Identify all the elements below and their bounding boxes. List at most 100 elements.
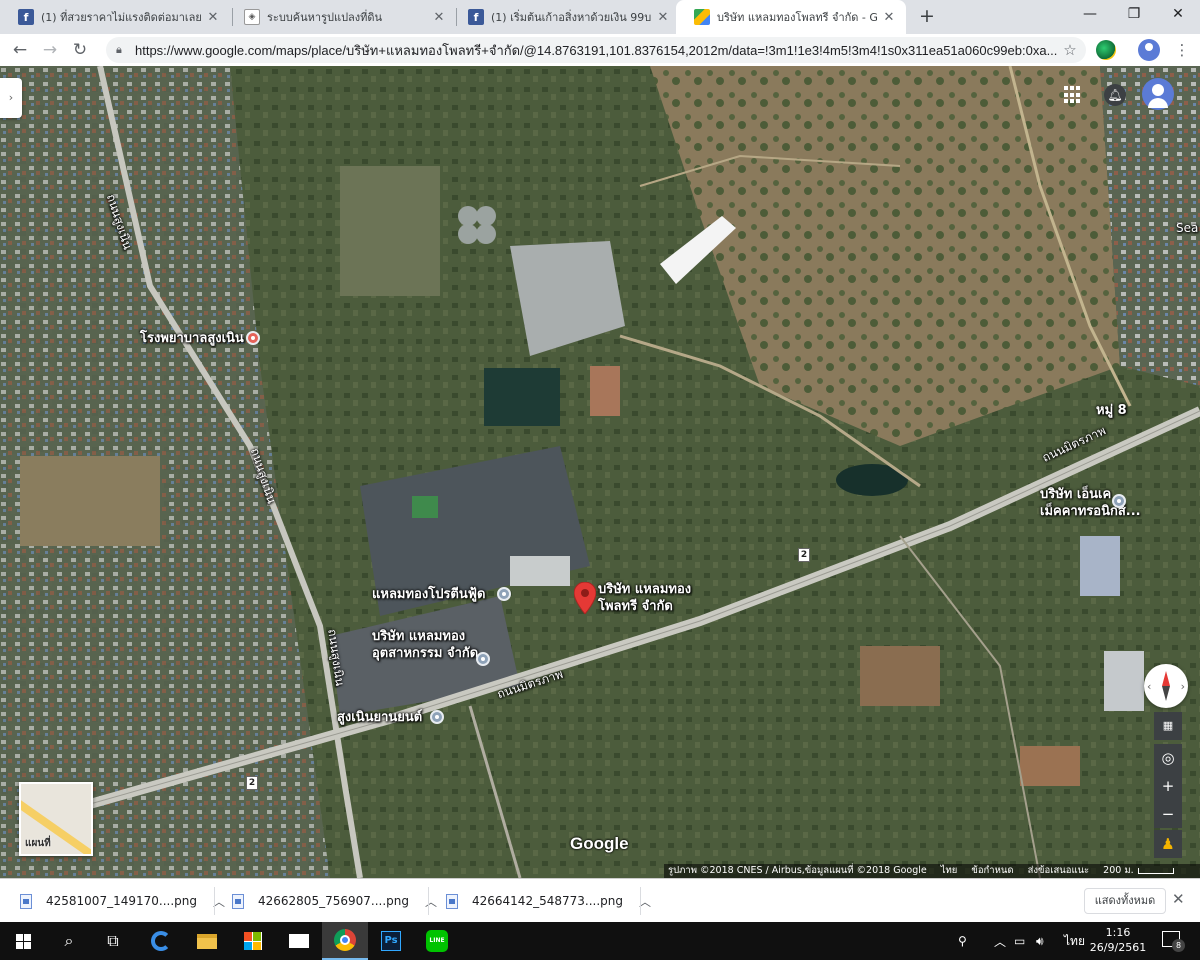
terms-link[interactable]: ข้อกำหนด — [971, 864, 1013, 878]
windows-logo-icon — [15, 933, 31, 949]
download-filename: 42664142_548773....png — [472, 894, 623, 908]
menu-kebab-icon[interactable]: ⋮ — [1172, 38, 1192, 62]
place-label-poultry[interactable]: บริษัท แหลมทอง โพลทรี จำกัด — [598, 581, 691, 615]
divider — [640, 887, 641, 915]
download-item[interactable]: 42581007_149170....png ︿ — [20, 887, 225, 915]
close-icon[interactable]: ✕ — [652, 10, 674, 25]
place-marker-icon[interactable] — [430, 710, 444, 724]
satellite-map[interactable]: › 🔔︎ โรงพยาบาลสูงเนิน ถนนสูงเนิน ถนนสูงเ… — [0, 66, 1200, 878]
tab-strip: f (1) ที่สวยราคาไม่แรงติดต่อมาเลยค่ะ - ✕… — [0, 0, 1200, 34]
close-icon[interactable]: ✕ — [202, 10, 224, 25]
clock-date: 26/9/2561 — [1089, 941, 1147, 954]
satellite-imagery — [0, 66, 1200, 878]
download-filename: 42581007_149170....png — [46, 894, 197, 908]
place-label-line: บริษัท แหลมทอง — [372, 629, 466, 644]
start-button[interactable] — [0, 922, 46, 960]
scale-indicator[interactable]: 200 ม. — [1103, 864, 1174, 878]
edge-browser-icon[interactable] — [138, 922, 184, 960]
place-label-line: บริษัท แหลมทอง — [598, 582, 692, 597]
network-icon[interactable]: ▭ — [1014, 922, 1025, 960]
photoshop-icon[interactable]: Ps — [368, 922, 414, 960]
side-panel-toggle[interactable]: › — [0, 78, 22, 118]
address-bar[interactable]: 🔒︎ https://www.google.com/maps/place/บริ… — [106, 37, 1086, 63]
notification-count-badge: 8 — [1172, 939, 1185, 952]
village-label: หมู่ 8 — [1096, 403, 1127, 418]
tab-title: (1) เริ่มต้นเก้าอสิ่งหาด้วยเงิน 99บาทกับ — [491, 11, 652, 24]
image-file-icon — [446, 893, 458, 909]
download-filename: 42662805_756907....png — [258, 894, 409, 908]
divider — [214, 887, 215, 915]
tilt-grid-icon[interactable]: ▦ — [1154, 712, 1182, 740]
restore-button[interactable]: ❐ — [1112, 0, 1156, 30]
chrome-icon[interactable] — [322, 922, 368, 960]
close-icon[interactable]: ✕ — [878, 10, 900, 25]
people-icon[interactable]: ⚲ — [958, 922, 967, 960]
system-clock[interactable]: 1:16 26/9/2561 — [1088, 925, 1148, 955]
tab-4-active[interactable]: บริษัท แหลมทองโพลทรี จำกัด - Google ✕ — [676, 0, 906, 34]
tab-title: บริษัท แหลมทองโพลทรี จำกัด - Google — [717, 11, 878, 24]
selected-place-pin-icon[interactable] — [574, 582, 596, 614]
language-link[interactable]: ไทย — [941, 864, 958, 878]
tab-2[interactable]: ◈ ระบบค้นหารูปแปลงที่ดิน ✕ — [226, 0, 456, 34]
show-all-downloads-button[interactable]: แสดงทั้งหมด — [1084, 888, 1166, 914]
download-shelf: 42581007_149170....png ︿ 42662805_756907… — [0, 878, 1200, 922]
action-center-icon[interactable]: 8 — [1162, 931, 1185, 952]
file-explorer-icon[interactable] — [184, 922, 230, 960]
back-arrow-icon[interactable]: ← — [8, 38, 32, 62]
tab-1[interactable]: f (1) ที่สวยราคาไม่แรงติดต่อมาเลยค่ะ - ✕ — [0, 0, 230, 34]
land-search-icon: ◈ — [244, 9, 260, 25]
reload-icon[interactable]: ↻ — [68, 38, 92, 62]
place-label-line: อุตสาหกรรม จำกัด — [372, 646, 479, 661]
image-file-icon — [232, 893, 244, 909]
store-icon[interactable] — [230, 922, 276, 960]
minimize-button[interactable]: — — [1068, 0, 1112, 30]
route-shield: 2 — [246, 776, 258, 790]
feedback-link[interactable]: ส่งข้อเสนอแนะ — [1028, 864, 1090, 878]
imagery-credit: รูปภาพ ©2018 CNES / Airbus,ข้อมูลแผนที่ … — [668, 865, 927, 876]
zoom-in-button[interactable]: + — [1154, 772, 1182, 800]
download-item[interactable]: 42662805_756907....png ︿ — [232, 887, 437, 915]
place-marker-icon[interactable] — [1112, 494, 1126, 508]
task-view-icon[interactable]: ⧉ — [90, 922, 136, 960]
place-label-line: โพลทรี จำกัด — [598, 599, 673, 614]
window-close-button[interactable]: ✕ — [1156, 0, 1200, 30]
hospital-marker-icon[interactable] — [246, 331, 260, 345]
tab-3[interactable]: f (1) เริ่มต้นเก้าอสิ่งหาด้วยเงิน 99บาทก… — [450, 0, 680, 34]
compass-icon[interactable]: ‹ › — [1144, 664, 1188, 708]
zoom-out-button[interactable]: − — [1154, 800, 1182, 828]
place-label-industry[interactable]: บริษัท แหลมทอง อุตสาหกรรม จำกัด — [372, 628, 478, 662]
route-shield: 2 — [798, 548, 810, 562]
volume-icon[interactable]: 🔊︎ — [1036, 922, 1044, 960]
new-tab-button[interactable]: + — [915, 4, 939, 28]
mail-icon[interactable] — [276, 922, 322, 960]
pegman-icon[interactable]: ♟ — [1154, 830, 1182, 858]
place-marker-icon[interactable] — [497, 587, 511, 601]
google-apps-icon[interactable] — [1064, 86, 1082, 104]
map-layer-toggle[interactable]: แผนที่ — [19, 782, 93, 856]
hospital-label[interactable]: โรงพยาบาลสูงเนิน — [140, 330, 244, 347]
account-avatar[interactable] — [1142, 78, 1174, 110]
forward-arrow-icon[interactable]: → — [38, 38, 62, 62]
bookmark-star-icon[interactable]: ☆ — [1058, 41, 1082, 59]
close-icon[interactable]: ✕ — [1172, 890, 1185, 908]
tab-title: (1) ที่สวยราคาไม่แรงติดต่อมาเลยค่ะ - — [41, 11, 202, 24]
chevron-up-icon[interactable]: ︿ — [994, 922, 1006, 960]
place-label-car-dealer[interactable]: สูงเนินยานยนต์ — [337, 709, 422, 726]
download-item[interactable]: 42664142_548773....png ︿ — [446, 887, 651, 915]
line-app-icon[interactable]: LINE — [414, 922, 460, 960]
place-marker-icon[interactable] — [476, 652, 490, 666]
url-text[interactable]: https://www.google.com/maps/place/บริษัท… — [135, 40, 1058, 61]
input-language[interactable]: ไทย — [1064, 922, 1085, 960]
map-attribution-bar: รูปภาพ ©2018 CNES / Airbus,ข้อมูลแผนที่ … — [664, 864, 1200, 878]
notifications-bell-icon[interactable]: 🔔︎ — [1104, 84, 1126, 106]
image-file-icon — [20, 893, 32, 909]
place-label-protein-food[interactable]: แหลมทองโปรตีนฟู้ด — [372, 586, 485, 603]
search-icon[interactable]: ⌕ — [46, 922, 92, 960]
tab-title: ระบบค้นหารูปแปลงที่ดิน — [267, 11, 383, 24]
my-location-icon[interactable]: ◎ — [1154, 744, 1182, 772]
extension-icon[interactable] — [1096, 40, 1116, 60]
close-icon[interactable]: ✕ — [428, 10, 450, 25]
profile-avatar-icon[interactable] — [1138, 39, 1160, 61]
chevron-up-icon[interactable]: ︿ — [425, 893, 437, 910]
facebook-icon: f — [468, 9, 484, 25]
